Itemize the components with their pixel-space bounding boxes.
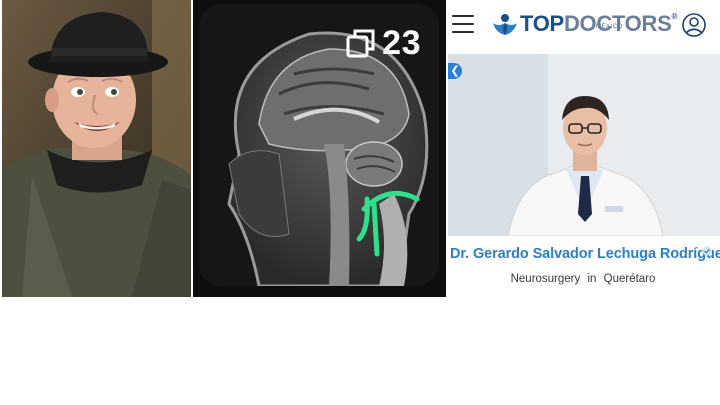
verified-badge-icon [702,246,712,256]
lotus-logo-icon [493,14,517,35]
man-photo-image [2,0,191,297]
doctor-name[interactable]: Dr. Gerardo Salvador Lechuga Rodríguez [450,246,720,262]
doctor-specialty-line: Neurosurgery in Querétaro [448,273,718,285]
multiple-images-icon [346,29,375,58]
gallery-count: 23 [382,24,421,62]
doctor-photo [448,54,720,236]
specialty[interactable]: Neurosurgery [511,273,581,285]
app-header: TOPDOCTORS® MÉXICO [448,0,720,52]
man-photo [2,0,191,297]
user-account-icon[interactable] [682,13,706,37]
city[interactable]: Querétaro [604,273,656,285]
in-word: in [587,273,597,285]
doctor-portrait-image [448,54,720,236]
logo-country: MÉXICO [596,24,623,30]
gallery-count-badge: 23 [346,26,421,60]
mri-scan-image[interactable]: 23 [199,4,439,286]
topdoctors-profile: TOPDOCTORS® MÉXICO ❮ Dr. Gerardo Salvado… [448,0,720,297]
mri-scan-panel: 23 [193,0,446,297]
hamburger-menu-icon[interactable] [452,15,474,33]
topdoctors-logo[interactable]: TOPDOCTORS® [490,9,677,39]
